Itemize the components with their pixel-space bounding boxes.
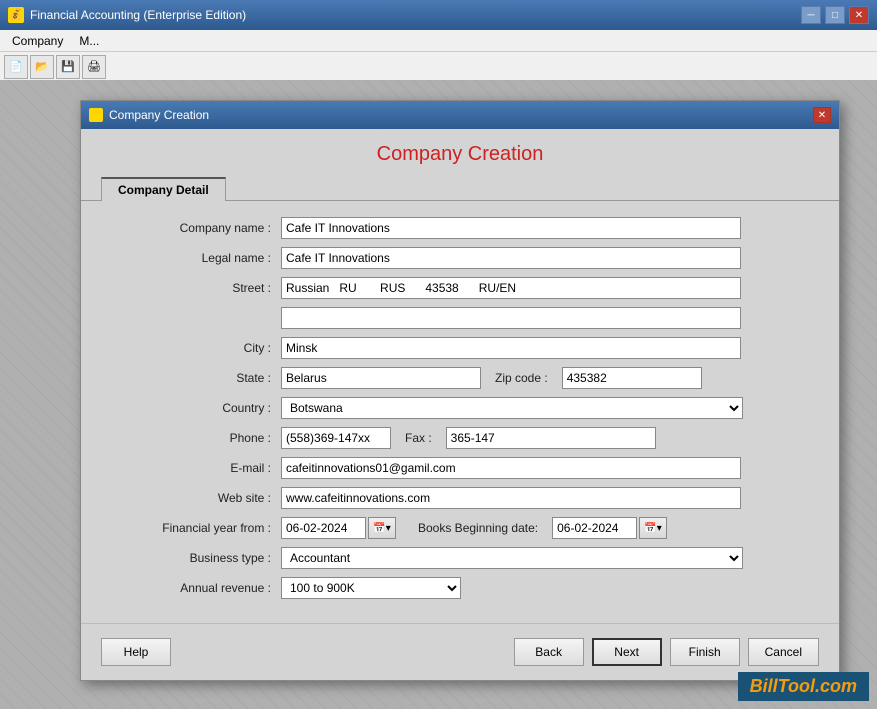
- city-input[interactable]: [281, 337, 741, 359]
- toolbar: 📄 📂 💾 🖨: [0, 52, 877, 82]
- email-row: E-mail :: [121, 457, 799, 479]
- street-row: Street :: [121, 277, 799, 299]
- fax-label: Fax :: [405, 431, 432, 445]
- legal-name-label: Legal name :: [121, 251, 281, 265]
- street2-input[interactable]: [281, 307, 741, 329]
- menu-bar: Company M...: [0, 30, 877, 52]
- dialog-footer: Help Back Next Finish Cancel: [81, 623, 839, 680]
- country-label: Country :: [121, 401, 281, 415]
- dialog-header: Company Creation: [81, 129, 839, 176]
- form-area: Company name : Legal name : Street :: [81, 200, 839, 623]
- next-button[interactable]: Next: [592, 638, 662, 666]
- fin-year-date-field: 📅▾: [281, 517, 396, 539]
- back-button[interactable]: Back: [514, 638, 584, 666]
- website-label: Web site :: [121, 491, 281, 505]
- business-type-row: Business type : Accountant: [121, 547, 799, 569]
- fin-year-row: Financial year from : 📅▾ Books Beginning…: [121, 517, 799, 539]
- email-label: E-mail :: [121, 461, 281, 475]
- close-app-button[interactable]: ✕: [849, 6, 869, 24]
- books-begin-date-field: 📅▾: [552, 517, 667, 539]
- books-begin-calendar-button[interactable]: 📅▾: [639, 517, 667, 539]
- maximize-button[interactable]: □: [825, 6, 845, 24]
- toolbar-open-button[interactable]: 📂: [30, 55, 54, 79]
- dialog-close-button[interactable]: ✕: [813, 107, 831, 123]
- watermark-text2: .com: [815, 676, 857, 696]
- business-type-select[interactable]: Accountant: [281, 547, 743, 569]
- books-begin-label: Books Beginning date:: [418, 521, 538, 535]
- phone-input[interactable]: [281, 427, 391, 449]
- minimize-button[interactable]: ─: [801, 6, 821, 24]
- dialog-icon: [89, 108, 103, 122]
- phone-fax-group: Fax :: [281, 427, 656, 449]
- app-icon: 💰: [8, 7, 24, 23]
- menu-more[interactable]: M...: [71, 32, 107, 50]
- company-name-input[interactable]: [281, 217, 741, 239]
- toolbar-save-button[interactable]: 💾: [56, 55, 80, 79]
- legal-name-row: Legal name :: [121, 247, 799, 269]
- fin-year-calendar-button[interactable]: 📅▾: [368, 517, 396, 539]
- window-controls: ─ □ ✕: [801, 6, 869, 24]
- website-row: Web site :: [121, 487, 799, 509]
- phone-label: Phone :: [121, 431, 281, 445]
- annual-revenue-row: Annual revenue : 100 to 900K 1M to 10M 1…: [121, 577, 799, 599]
- fin-year-group: 📅▾ Books Beginning date: 📅▾: [281, 517, 667, 539]
- zip-code-label: Zip code :: [495, 371, 548, 385]
- email-input[interactable]: [281, 457, 741, 479]
- company-name-row: Company name :: [121, 217, 799, 239]
- zip-input[interactable]: [562, 367, 702, 389]
- state-zip-row: State : Zip code :: [121, 367, 799, 389]
- website-input[interactable]: [281, 487, 741, 509]
- dialog-titlebar: Company Creation ✕: [81, 101, 839, 129]
- watermark: BillTool.com: [738, 672, 869, 701]
- city-row: City :: [121, 337, 799, 359]
- tab-area: Company Detail: [81, 176, 839, 200]
- toolbar-print-button[interactable]: 🖨: [82, 55, 106, 79]
- phone-fax-row: Phone : Fax :: [121, 427, 799, 449]
- app-title: Financial Accounting (Enterprise Edition…: [30, 8, 801, 22]
- country-select[interactable]: Botswana: [281, 397, 743, 419]
- app-titlebar: 💰 Financial Accounting (Enterprise Editi…: [0, 0, 877, 30]
- state-label: State :: [121, 371, 281, 385]
- finish-button[interactable]: Finish: [670, 638, 740, 666]
- street-label: Street :: [121, 281, 281, 295]
- street2-row: [121, 307, 799, 329]
- fin-year-label: Financial year from :: [121, 521, 281, 535]
- cancel-button[interactable]: Cancel: [748, 638, 819, 666]
- fin-year-input[interactable]: [281, 517, 366, 539]
- company-name-label: Company name :: [121, 221, 281, 235]
- help-button[interactable]: Help: [101, 638, 171, 666]
- menu-company[interactable]: Company: [4, 32, 71, 50]
- state-input[interactable]: [281, 367, 481, 389]
- background-area: Company Creation ✕ Company Creation Comp…: [0, 80, 877, 709]
- company-creation-dialog: Company Creation ✕ Company Creation Comp…: [80, 100, 840, 681]
- legal-name-input[interactable]: [281, 247, 741, 269]
- fax-input[interactable]: [446, 427, 656, 449]
- annual-revenue-select[interactable]: 100 to 900K 1M to 10M 10M to 100M 100M+: [281, 577, 461, 599]
- country-row: Country : Botswana: [121, 397, 799, 419]
- toolbar-new-button[interactable]: 📄: [4, 55, 28, 79]
- city-label: City :: [121, 341, 281, 355]
- tab-company-detail[interactable]: Company Detail: [101, 177, 226, 201]
- watermark-text1: BillTool: [750, 676, 815, 696]
- business-type-label: Business type :: [121, 551, 281, 565]
- street-input[interactable]: [281, 277, 741, 299]
- state-zip-group: Zip code :: [281, 367, 702, 389]
- app-window: 💰 Financial Accounting (Enterprise Editi…: [0, 0, 877, 709]
- dialog-title: Company Creation: [109, 108, 813, 122]
- books-begin-input[interactable]: [552, 517, 637, 539]
- annual-revenue-label: Annual revenue :: [121, 581, 281, 595]
